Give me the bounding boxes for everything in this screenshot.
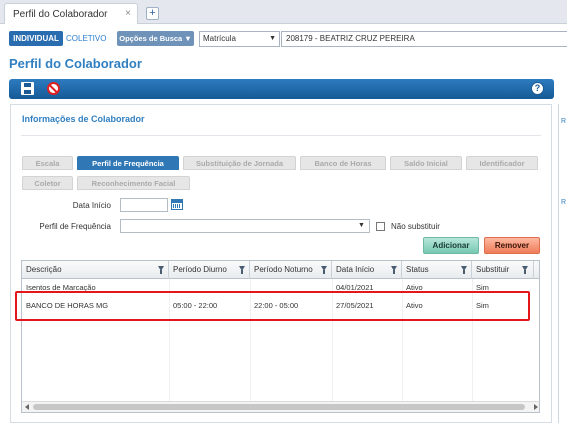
action-toolbar: ? [9, 79, 554, 99]
column-header-label: Período Diurno [173, 265, 227, 274]
scroll-left-icon[interactable] [25, 404, 29, 410]
tab-substituicao-jornada[interactable]: Substituição de Jornada [183, 156, 296, 170]
chevron-down-icon: ▼ [269, 35, 276, 42]
individual-button[interactable]: INDIVIDUAL [9, 31, 63, 46]
remove-button[interactable]: Remover [484, 237, 540, 254]
coletivo-button[interactable]: COLETIVO [66, 31, 106, 46]
horizontal-scrollbar[interactable] [22, 401, 539, 412]
grid-header: Descrição Período Diurno Período Noturno… [22, 261, 539, 279]
add-button[interactable]: Adicionar [423, 237, 479, 254]
right-panel-label: R [561, 118, 567, 125]
divider [21, 135, 541, 136]
colaborador-input[interactable]: 208179 - BEATRIZ CRUZ PEREIRA [281, 31, 567, 47]
panel-title: Informações de Colaborador [22, 114, 145, 124]
filter-icon[interactable] [461, 266, 467, 274]
right-panel-label: R [561, 199, 567, 206]
tab-saldo-inicial[interactable]: Saldo Inicial [390, 156, 462, 170]
tab-reconhecimento-facial[interactable]: Reconhecimento Facial [77, 176, 190, 190]
filter-icon[interactable] [321, 266, 327, 274]
column-header-descricao[interactable]: Descrição [22, 261, 169, 279]
column-header-label: Período Noturno [254, 265, 313, 274]
data-inicio-label: Data Início [72, 201, 111, 210]
filter-icon[interactable] [522, 266, 528, 274]
column-header-periodo-noturno[interactable]: Período Noturno [250, 261, 332, 279]
help-icon[interactable]: ? [531, 82, 544, 95]
tab-escala[interactable]: Escala [22, 156, 73, 170]
close-icon[interactable]: × [125, 8, 131, 19]
column-header-label: Substituir [476, 265, 510, 274]
data-inicio-input[interactable] [120, 198, 168, 212]
window-tab[interactable]: Perfil do Colaborador × [4, 3, 138, 24]
page-title: Perfil do Colaborador [9, 56, 142, 71]
highlight-annotation-box [15, 291, 530, 321]
perfil-frequencia-select[interactable] [120, 219, 370, 233]
window-tab-bar: Perfil do Colaborador × + [0, 0, 567, 24]
scrollbar-thumb[interactable] [33, 404, 525, 410]
tab-perfil-frequencia[interactable]: Perfil de Frequência [77, 156, 179, 170]
filter-icon[interactable] [158, 266, 164, 274]
nao-substituir-checkbox[interactable] [376, 222, 385, 231]
column-header-label: Status [406, 265, 429, 274]
scroll-right-icon[interactable] [534, 404, 538, 410]
cancel-icon[interactable] [47, 82, 60, 95]
tab-coletor[interactable]: Coletor [22, 176, 73, 190]
chevron-down-icon: ▼ [358, 222, 365, 229]
tab-banco-horas[interactable]: Banco de Horas [300, 156, 386, 170]
opcoes-busca-button[interactable]: Opções de Busca ▼ [117, 31, 194, 46]
perfil-frequencia-label: Perfil de Frequência [39, 222, 111, 231]
tab-identificador[interactable]: Identificador [466, 156, 538, 170]
column-header-label: Descrição [26, 265, 62, 274]
column-header-periodo-diurno[interactable]: Período Diurno [169, 261, 250, 279]
filter-type-value: Matrícula [203, 34, 236, 43]
perfil-frequencia-grid: Descrição Período Diurno Período Noturno… [21, 260, 540, 413]
column-header-label: Data Início [336, 265, 375, 274]
filter-type-select[interactable]: Matrícula ▼ [199, 31, 280, 47]
filter-icon[interactable] [391, 266, 397, 274]
window-tab-title: Perfil do Colaborador [13, 9, 108, 20]
right-side-panel: R R [558, 104, 567, 423]
nao-substituir-label: Não substituir [391, 222, 440, 231]
new-tab-button[interactable]: + [146, 7, 159, 20]
save-icon[interactable] [21, 82, 34, 95]
calendar-icon[interactable] [171, 199, 183, 210]
filter-icon[interactable] [239, 266, 245, 274]
